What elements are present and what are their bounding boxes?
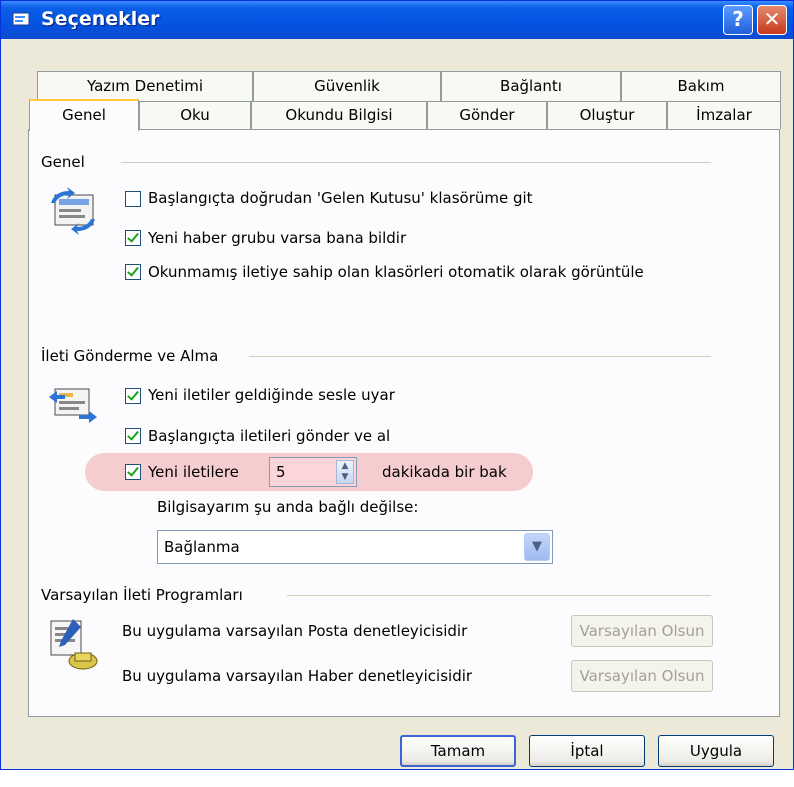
close-icon[interactable]: ✕ — [757, 5, 787, 35]
label-check-interval-before: Yeni iletilere — [148, 463, 239, 481]
tab-imzalar[interactable]: İmzalar — [667, 101, 781, 129]
tab-label: Oku — [180, 106, 210, 124]
make-default-news-button[interactable]: Varsayılan Olsun — [571, 660, 713, 692]
interval-spinner[interactable]: 5 ▲ ▼ — [269, 457, 357, 487]
tab-label: Güvenlik — [314, 77, 380, 95]
label-mail-default: Bu uygulama varsayılan Posta denetleyici… — [122, 622, 468, 640]
interval-value: 5 — [276, 463, 286, 481]
label-notify-newsgroups: Yeni haber grubu varsa bana bildir — [148, 229, 407, 247]
label-news-default: Bu uygulama varsayılan Haber denetleyici… — [122, 667, 473, 685]
title-bar[interactable]: Seçenekler ? ✕ — [1, 1, 793, 39]
group-divider — [121, 162, 711, 163]
checkbox-open-inbox[interactable] — [125, 191, 141, 207]
send-receive-icon — [49, 388, 97, 423]
tab-guvenlik[interactable]: Güvenlik — [253, 71, 441, 101]
tab-label: Oluştur — [579, 106, 635, 124]
make-default-mail-button[interactable]: Varsayılan Olsun — [571, 615, 713, 647]
offline-value: Bağlanma — [164, 538, 240, 556]
label-open-inbox: Başlangıçta doğrudan 'Gelen Kutusu' klas… — [148, 189, 533, 207]
group-title-default-programs: Varsayılan İleti Programları — [41, 586, 243, 604]
tab-bakim[interactable]: Bakım — [621, 71, 781, 101]
tab-olustur[interactable]: Oluştur — [547, 101, 667, 129]
checkbox-send-receive-startup[interactable] — [125, 428, 141, 444]
label-show-unread-folders: Okunmamış iletiye sahip olan klasörleri … — [148, 263, 644, 281]
tab-label: Genel — [62, 106, 106, 124]
apply-button[interactable]: Uygula — [658, 735, 774, 767]
group-divider — [287, 595, 711, 596]
checkbox-notify-newsgroups[interactable] — [125, 230, 141, 246]
group-divider — [249, 356, 711, 357]
group-title-send-receive: İleti Gönderme ve Alma — [41, 347, 219, 365]
ok-button[interactable]: Tamam — [400, 735, 516, 767]
dropdown-arrow-icon[interactable]: ▼ — [524, 533, 550, 561]
window-icon — [12, 12, 30, 26]
tab-label: İmzalar — [696, 106, 752, 124]
mail-sync-icon — [51, 187, 95, 235]
tab-okundu-bilgisi[interactable]: Okundu Bilgisi — [251, 101, 427, 129]
label-send-receive-startup: Başlangıçta iletileri gönder ve al — [148, 427, 391, 445]
tab-oku[interactable]: Oku — [139, 101, 251, 129]
checkbox-check-interval[interactable] — [125, 464, 141, 480]
tab-yazim-denetimi[interactable]: Yazım Denetimi — [37, 71, 253, 101]
label-sound-alert: Yeni iletiler geldiğinde sesle uyar — [148, 386, 395, 404]
checkbox-sound-alert[interactable] — [125, 388, 141, 404]
tab-label: Yazım Denetimi — [86, 77, 204, 95]
group-title-genel: Genel — [41, 153, 85, 171]
tab-label: Gönder — [459, 106, 515, 124]
tab-label: Bağlantı — [500, 77, 562, 95]
tab-gonder[interactable]: Gönder — [427, 101, 547, 129]
tab-label: Okundu Bilgisi — [285, 106, 393, 124]
tab-label: Bakım — [677, 77, 725, 95]
tab-genel[interactable]: Genel — [29, 99, 139, 131]
offline-select[interactable]: Bağlanma ▼ — [157, 530, 553, 564]
default-program-icon — [50, 619, 98, 670]
tab-baglanti[interactable]: Bağlantı — [441, 71, 621, 101]
spinner-icon[interactable]: ▲ ▼ — [336, 460, 354, 484]
cancel-button[interactable]: İptal — [529, 735, 645, 767]
checkbox-show-unread-folders[interactable] — [125, 264, 141, 280]
help-icon[interactable]: ? — [723, 5, 753, 35]
label-offline: Bilgisayarım şu anda bağlı değilse: — [157, 498, 419, 516]
label-check-interval-after: dakikada bir bak — [382, 463, 507, 481]
window-title: Seçenekler — [41, 8, 160, 30]
options-dialog: Seçenekler ? ✕ Yazım Denetimi Güvenlik B… — [0, 0, 794, 770]
